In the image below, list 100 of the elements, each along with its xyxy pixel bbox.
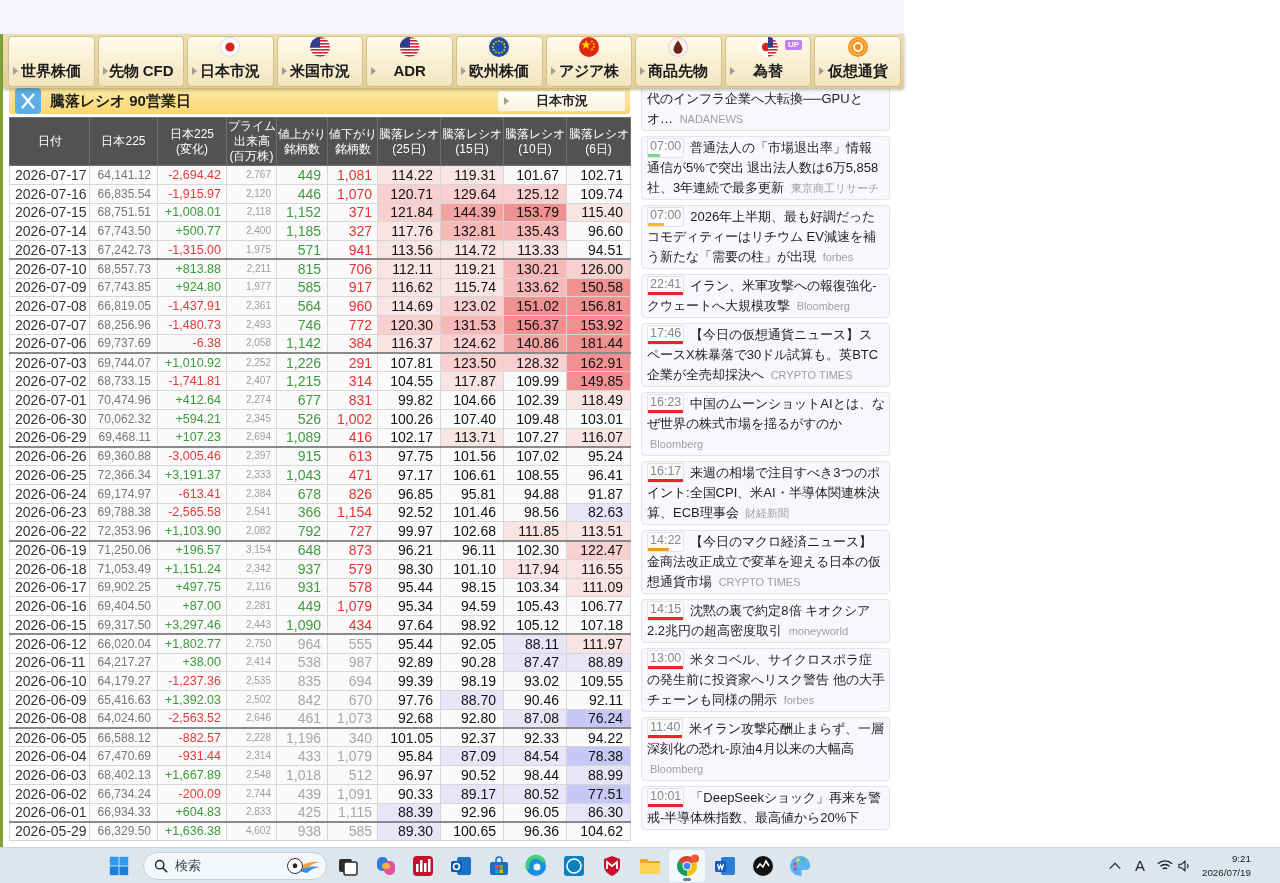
nav-button[interactable]: 世界株価 [8, 36, 95, 87]
nav-button[interactable]: 欧州株価 [455, 36, 543, 87]
caret-icon [640, 67, 646, 75]
input-mode-indicator[interactable]: A [1134, 857, 1145, 874]
clock-time: 9:21 [1231, 851, 1251, 866]
news-link[interactable]: 07:00 2026年上半期、最も好調だったコモディティーはリチウム EV減速を補う新たな「需要の柱」が出現 forbes [641, 205, 890, 269]
column-header: 日本225(変化) [157, 117, 227, 166]
market-link-button[interactable]: 日本市況 [497, 90, 626, 112]
ratio-cell: 100.65 [440, 821, 504, 841]
nav-button[interactable]: ADR [366, 36, 453, 87]
ratio-cell: 162.91 [566, 353, 631, 372]
news-source: NADANEWS [679, 113, 744, 125]
ratio-cell: 88.11 [503, 634, 567, 653]
volume-cell: 3,154 [226, 540, 277, 560]
nav-button[interactable]: 米国市況 [276, 36, 364, 87]
caret-icon [504, 97, 509, 105]
date-cell: 2026-05-29 [9, 821, 90, 841]
index-cell: 71,250.06 [89, 540, 158, 560]
news-source: Bloomberg [650, 763, 704, 775]
ratio-cell: 102.30 [503, 540, 567, 560]
decliners-cell: 291 [327, 353, 378, 372]
decliners-cell: 873 [327, 540, 378, 560]
segmented-circle-icon [675, 853, 700, 878]
caret-icon [729, 67, 735, 75]
news-link[interactable]: 13:00 米タコベル、サイクロスポラ症の発生前に投資家へリスク警告 他の大手チェーンも同様の開示 forbes [641, 648, 890, 712]
news-source: Bloomberg [650, 438, 704, 450]
advancers-cell: 964 [276, 634, 328, 653]
ratio-cell: 119.21 [440, 259, 504, 278]
nav-button[interactable]: 先物 CFD [97, 36, 185, 87]
column-header: 日本225 [89, 117, 158, 166]
news-link[interactable]: 11:40 米イラン攻撃応酬止まらず、一層深刻化の恐れ-原油4月以来の大幅高 Bloomberg [641, 717, 890, 781]
news-source: moneyworld [788, 625, 848, 637]
news-time: 14:22 [649, 533, 683, 548]
news-source: CRYPTO TIMES [770, 369, 853, 381]
ratio-cell: 107.81 [377, 353, 441, 372]
caret-icon [192, 67, 198, 75]
speaker-icon[interactable] [1177, 859, 1192, 872]
decliners-cell: 613 [327, 446, 378, 466]
flag-icon [758, 37, 779, 57]
caret-icon [371, 67, 377, 75]
news-time: 16:23 [649, 395, 683, 410]
news-link[interactable]: 22:41 イラン、米軍攻撃への報復強化-クウェートへ大規模攻撃 Bloomberg [641, 274, 890, 318]
caret-icon [13, 67, 18, 75]
volume-cell: 2,252 [226, 353, 277, 372]
ratio-cell: 92.37 [440, 728, 504, 747]
nav-button[interactable]: 商品先物 [635, 36, 722, 87]
date-cell: 2026-06-12 [9, 634, 90, 653]
news-link[interactable]: 17:46 【今日の仮想通貨ニュース】スペースX株暴落で30ドル試算も。英BTC企業が全売却採決へ CRYPTO TIMES [641, 323, 890, 387]
news-link[interactable]: 07:00 普通法人の「市場退出率」情報通信が5%で突出 退出法人数は6万5,858社、3年連続で最多更新 東京商工リサーチ [641, 136, 890, 200]
nav-button[interactable]: 仮想通貨 [814, 36, 901, 87]
date-cell: 2026-07-10 [9, 259, 90, 278]
flag-icon [310, 37, 331, 57]
start-icon [108, 854, 130, 877]
ratio-cell: 92.33 [503, 728, 567, 747]
flag-icon [399, 37, 420, 57]
wifi-icon[interactable] [1156, 859, 1173, 872]
news-link[interactable]: 代のインフラ企業へ大転換──GPUとオ… NADANEWS [641, 88, 890, 131]
ratio-cell: 97.75 [377, 446, 441, 466]
news-link[interactable]: 16:23 中国のムーンショットAIとは、なぜ世界の株式市場を揺るがすのか Bloomberg [641, 392, 890, 456]
news-source: 財経新聞 [745, 507, 790, 519]
change-cell: -882.57 [157, 728, 227, 747]
ratio-cell: 128.32 [503, 353, 567, 372]
news-link[interactable]: 16:17 来週の相場で注目すべき3つのポイント:全国CPI、米AI・半導体関連株決算、ECB理事会 財経新聞 [641, 461, 890, 525]
index-cell: 66,588.12 [89, 728, 158, 747]
caret-icon [819, 67, 825, 75]
ratio-cell: 111.97 [566, 634, 631, 653]
volume-cell: 2,211 [226, 259, 277, 278]
search-field[interactable]: 検索 [143, 851, 327, 880]
flag-icon [578, 37, 599, 57]
news-source: CRYPTO TIMES [718, 576, 801, 588]
ratio-cell: 96.21 [377, 540, 441, 560]
nav-button[interactable]: アジア株 [545, 36, 633, 87]
ratio-cell: 123.50 [440, 353, 504, 372]
ratio-cell: 95.44 [377, 634, 441, 653]
column-header: プライム出来高(百万株) [226, 117, 277, 166]
advancers-cell: 648 [276, 540, 328, 560]
change-cell: +813.88 [157, 259, 227, 278]
flag-icon [220, 37, 241, 57]
ratio-cell: 89.30 [377, 821, 441, 841]
news-link[interactable]: 14:22 【今日のマクロ経済ニュース】金商法改正成立で変革を迎える日本の仮想通貨市場 CRYPTO TIMES [641, 530, 890, 594]
ring-logo-icon [562, 853, 587, 878]
column-header: 日付 [9, 117, 90, 166]
decliners-cell: 340 [327, 728, 378, 747]
change-cell: +1,010.92 [157, 353, 227, 372]
ratio-cell: 126.00 [566, 259, 631, 278]
nav-button[interactable]: 日本市況 [187, 36, 274, 87]
news-link[interactable]: 14:15 沈黙の裏で約定8倍 キオクシア2.2兆円の超高密度取引 moneyworld [641, 599, 890, 643]
advancers-cell: 815 [276, 259, 328, 278]
caret-icon [460, 67, 466, 75]
update-badge: UP [785, 40, 803, 50]
date-cell: 2026-06-05 [9, 728, 90, 747]
change-cell: +1,636.38 [157, 821, 227, 841]
column-header: 騰落レシオ(6日) [566, 117, 631, 166]
news-link[interactable]: 10:01 「DeepSeekショック」再来を警戒-半導体株指数、最高値から20%下 [641, 786, 890, 830]
ratio-cell: 92.05 [440, 634, 504, 653]
news-source: forbes [783, 694, 815, 706]
caret-icon [281, 67, 287, 75]
news-time: 22:41 [649, 277, 683, 292]
chevron-up-icon[interactable] [1107, 861, 1122, 870]
x-icon[interactable] [15, 88, 41, 114]
